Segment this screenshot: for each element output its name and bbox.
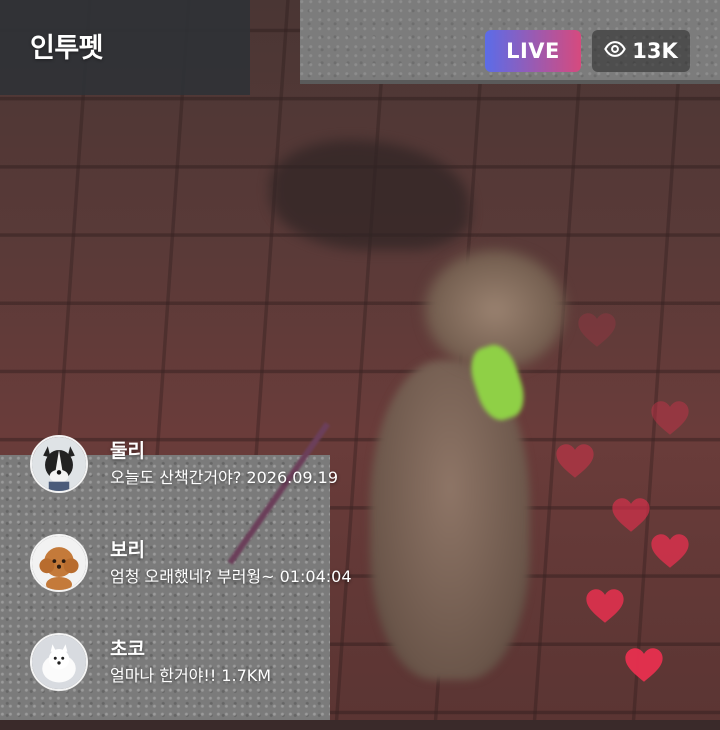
heart-icon [624, 647, 664, 683]
avatar[interactable] [30, 633, 88, 691]
dog-avatar-poodle-icon [32, 536, 86, 590]
avatar[interactable] [30, 435, 88, 493]
heart-icon [577, 312, 617, 348]
avatar[interactable] [30, 534, 88, 592]
live-badge: LIVE [485, 30, 581, 72]
heart-icon [611, 497, 651, 533]
comment-item[interactable]: 보리 엄청 오래했네? 부러웡~ 01:04:04 [30, 532, 450, 594]
comment-message: 얼마나 한거야!! 1.7KM [110, 666, 272, 685]
comment-item[interactable]: 초코 얼마나 한거야!! 1.7KM [30, 631, 450, 693]
dog-avatar-bordercollie-icon [32, 437, 86, 491]
comment-author: 초코 [110, 638, 145, 660]
comment-item[interactable]: 둘리 오늘도 산책간거야? 2026.09.19 [30, 433, 450, 495]
viewer-count-badge: 13K [592, 30, 690, 72]
comment-author: 둘리 [110, 440, 145, 462]
heart-icon [650, 533, 690, 569]
comment-list: 둘리 오늘도 산책간거야? 2026.09.19 보리 엄청 오래했네? 부러웡… [30, 433, 450, 730]
dog-avatar-spitz-icon [32, 635, 86, 689]
heart-icon [585, 588, 625, 624]
heart-icon [650, 400, 690, 436]
eye-icon [604, 38, 627, 65]
comment-message: 오늘도 산책간거야? 2026.09.19 [110, 468, 339, 487]
heart-icon [555, 443, 595, 479]
comment-message: 엄청 오래했네? 부러웡~ 01:04:04 [110, 567, 352, 586]
app-title: 인투펫 [30, 33, 104, 64]
viewer-count: 13K [632, 39, 678, 63]
comment-author: 보리 [110, 539, 145, 561]
